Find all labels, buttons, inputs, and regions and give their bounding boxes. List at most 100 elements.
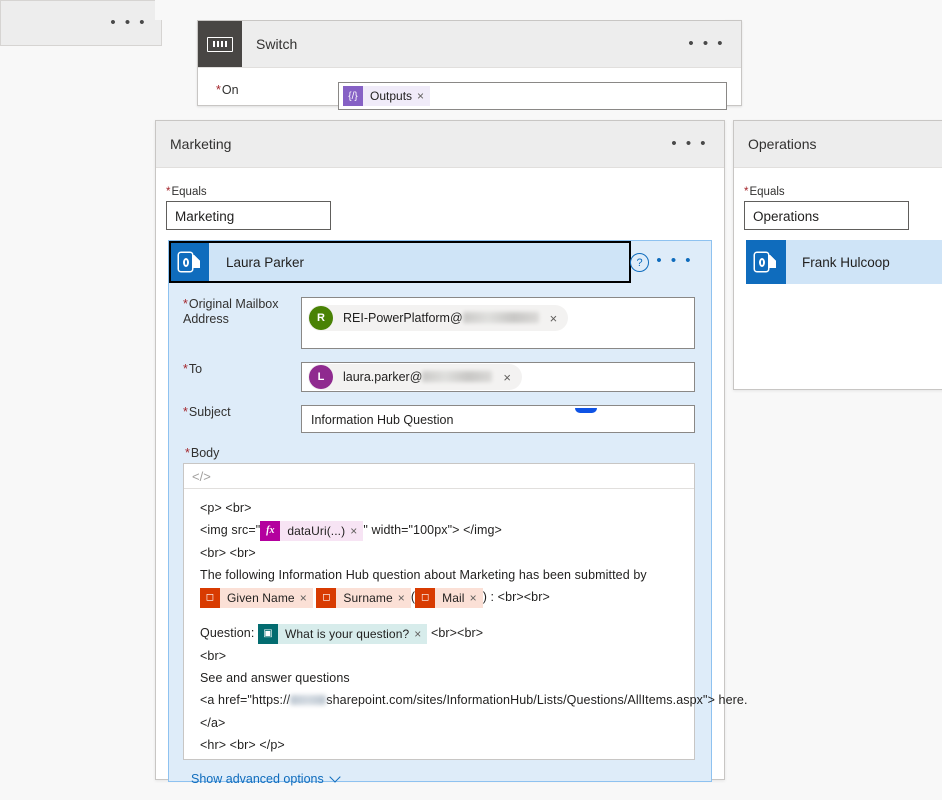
token-given-name[interactable]: ◻ Given Name × <box>200 587 313 609</box>
token-remove-icon[interactable]: × <box>470 587 483 609</box>
chevron-down-icon[interactable] <box>329 771 341 783</box>
person-chip-label: laura.parker@ <box>334 370 496 384</box>
outlook-icon <box>746 240 786 284</box>
body-line-7: <br> <box>200 648 227 663</box>
subject-label: *Subject <box>183 405 231 419</box>
case-card-partial-left[interactable]: • • • <box>0 0 162 46</box>
required-asterisk: * <box>183 405 188 419</box>
expression-braces-icon: {/} <box>343 86 363 106</box>
flow-designer-canvas: Switch • • • *On {/} Outputs × • • • Mar… <box>0 0 942 800</box>
redacted-domain <box>422 371 493 382</box>
action-laura-title: Laura Parker <box>226 254 305 270</box>
body-line-5-close: ) : <br><br> <box>482 590 550 605</box>
body-line-4: The following Information Hub question a… <box>200 567 647 582</box>
office365-users-icon: ◻ <box>415 587 436 608</box>
person-chip-label: REI-PowerPlatform@ <box>334 311 543 325</box>
switch-card-title: Switch <box>256 36 298 52</box>
body-line-2-post: " width="100px"> </img> <box>363 523 502 538</box>
required-asterisk: * <box>183 297 188 311</box>
switch-icon <box>198 21 242 67</box>
switch-on-input[interactable]: {/} Outputs × <box>338 82 727 110</box>
token-datauri-label: dataUri(...) <box>287 523 346 538</box>
token-question[interactable]: ▣ What is your question? × <box>257 623 428 645</box>
case-marketing-header[interactable]: Marketing • • • <box>156 121 724 168</box>
case-partial-menu-button[interactable]: • • • <box>110 15 147 30</box>
body-line-2-pre: <img src=" <box>200 523 261 538</box>
case-operations-equals-label: *Equals <box>744 186 785 198</box>
scroll-node-indicator <box>575 408 597 413</box>
body-line-6-pre: Question: <box>200 626 255 641</box>
required-asterisk: * <box>216 83 221 97</box>
redacted-tenant <box>290 695 327 706</box>
body-line-6: Question: ▣ What is your question? × <br><… <box>200 622 694 645</box>
token-datauri[interactable]: fx dataUri(...) × <box>260 520 364 542</box>
field-row-subject: *Subject Information Hub Question <box>183 405 695 433</box>
action-card-laura-parker[interactable]: Laura Parker ? • • • *Original Mailbox A… <box>168 240 747 786</box>
avatar: L <box>309 365 333 389</box>
required-asterisk: * <box>185 446 190 460</box>
chip-remove-icon[interactable]: × <box>543 311 565 326</box>
token-outputs-label: Outputs <box>370 89 413 103</box>
switch-card-menu-button[interactable]: • • • <box>688 36 725 51</box>
canvas-mask <box>155 0 725 20</box>
action-frank-header[interactable]: Frank Hulcoop <box>746 240 942 284</box>
action-frank-title: Frank Hulcoop <box>802 254 890 270</box>
body-label: *Body <box>185 446 220 460</box>
person-chip-rei-powerplatform[interactable]: R REI-PowerPlatform@ × <box>308 305 569 331</box>
case-marketing-equals-label: *Equals <box>166 186 207 198</box>
body-line-8: See and answer questions <box>200 671 350 686</box>
show-advanced-options-link[interactable]: Show advanced options <box>191 772 324 786</box>
field-row-original-mailbox: *Original Mailbox Address R REI-PowerPla… <box>183 297 695 349</box>
token-remove-icon[interactable]: × <box>414 623 427 645</box>
case-operations-equals-row: *Equals Operations <box>734 168 942 230</box>
advanced-options-row: Show advanced options <box>183 771 695 786</box>
token-outputs[interactable]: {/} Outputs × <box>343 86 431 106</box>
token-surname[interactable]: ◻ Surname × <box>316 587 411 609</box>
fx-expression-icon: fx <box>260 521 281 541</box>
original-mailbox-label: *Original Mailbox Address <box>183 297 279 326</box>
case-operations-header[interactable]: Operations <box>734 121 942 168</box>
person-chip-laura-parker[interactable]: L laura.parker@ × <box>308 364 522 390</box>
token-given-name-label: Given Name <box>227 590 295 605</box>
sharepoint-icon: ▣ <box>257 624 278 645</box>
body-html-editor[interactable]: </> <p> <br> <img src=" fx dataUri(...) × " … <box>183 463 747 760</box>
switch-on-label: *On <box>216 83 239 97</box>
body-line-2: <img src=" fx dataUri(...) × " width="100px"… <box>200 519 694 541</box>
required-asterisk: * <box>166 186 171 198</box>
switch-card-header[interactable]: Switch • • • <box>198 21 741 68</box>
to-input[interactable]: L laura.parker@ × <box>301 362 695 392</box>
token-mail[interactable]: ◻ Mail × <box>415 587 483 609</box>
office365-users-icon: ◻ <box>316 587 337 608</box>
body-line-9: <a href="https:// sharepoint.com/sites/In… <box>200 689 747 711</box>
original-mailbox-input[interactable]: R REI-PowerPlatform@ × <box>301 297 695 349</box>
body-line-11: <hr> <br> </p> <box>200 737 285 752</box>
case-partial-header[interactable]: • • • <box>1 1 161 45</box>
switch-on-field-row: *On {/} Outputs × <box>198 68 741 110</box>
case-marketing-menu-button[interactable]: • • • <box>671 136 708 151</box>
body-editor-content[interactable]: <p> <br> <img src=" fx dataUri(...) × " widt… <box>184 489 747 756</box>
subject-input[interactable]: Information Hub Question <box>301 405 695 433</box>
body-line-3: <br> <br> <box>200 545 256 560</box>
code-view-icon[interactable]: </> <box>192 469 211 484</box>
body-line-6-post: <br><br> <box>430 626 484 641</box>
outlook-icon <box>171 243 209 281</box>
case-operations-equals-input[interactable]: Operations <box>744 201 909 230</box>
chip-remove-icon[interactable]: × <box>496 370 518 385</box>
token-remove-icon[interactable]: × <box>300 587 313 609</box>
avatar: R <box>309 306 333 330</box>
required-asterisk: * <box>183 362 188 376</box>
token-surname-label: Surname <box>343 590 393 605</box>
field-row-to: *To L laura.parker@ × <box>183 362 695 392</box>
action-laura-menu-button[interactable]: • • • <box>656 253 693 268</box>
body-line-9-pre: <a href="https:// <box>200 693 291 708</box>
action-card-frank-hulcoop[interactable]: Frank Hulcoop <box>746 240 942 284</box>
switch-card[interactable]: Switch • • • *On {/} Outputs × <box>197 20 742 110</box>
token-remove-icon[interactable]: × <box>398 587 411 609</box>
action-laura-header[interactable]: Laura Parker <box>169 241 631 283</box>
token-remove-icon[interactable]: × <box>417 89 430 103</box>
token-question-label: What is your question? <box>284 627 410 642</box>
body-editor-toolbar[interactable]: </> <box>184 464 694 489</box>
help-icon[interactable]: ? <box>630 253 649 272</box>
token-remove-icon[interactable]: × <box>350 520 363 542</box>
case-marketing-equals-input[interactable]: Marketing <box>166 201 331 230</box>
